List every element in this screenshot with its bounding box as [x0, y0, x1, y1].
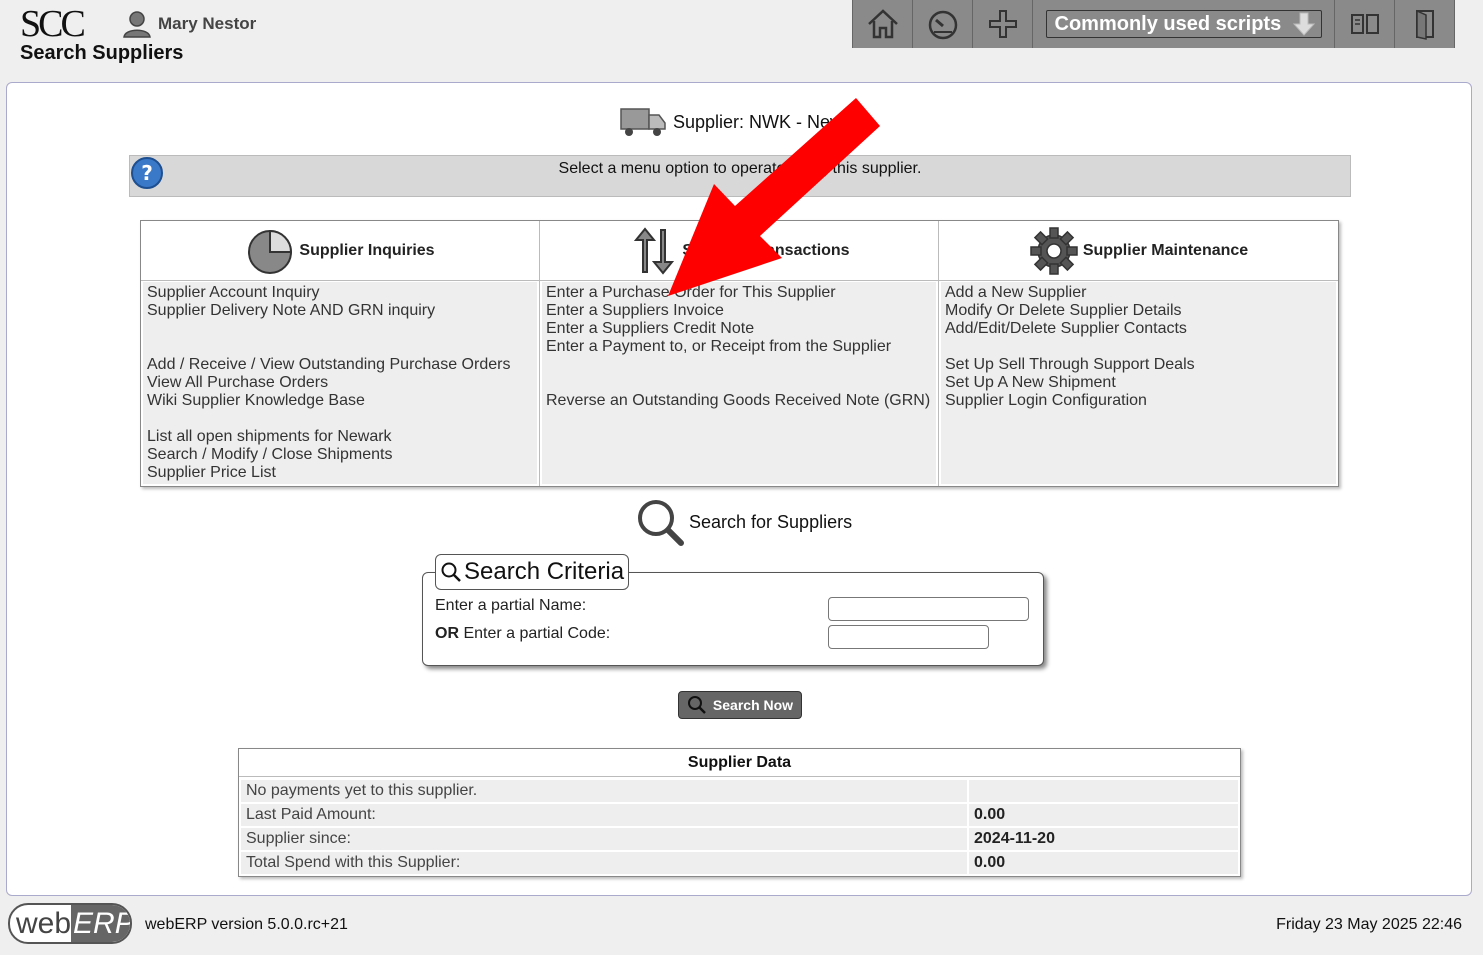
- name-label: Enter a partial Name:: [435, 597, 587, 614]
- transfer-arrows-icon: [634, 226, 675, 275]
- code-label-text: Enter a partial Code:: [459, 625, 611, 642]
- maintenance-column: Supplier Maintenance Add a New Supplier …: [939, 221, 1338, 486]
- search-now-label: Search Now: [712, 697, 794, 713]
- help-text: Select a menu option to operate using th…: [558, 160, 922, 177]
- search-icon: [687, 696, 706, 714]
- user-icon: [123, 11, 151, 38]
- logo-erp-text: ERP: [71, 905, 130, 942]
- supplier-data-table: Supplier Data No payments yet to this su…: [238, 748, 1241, 877]
- row-value: 2024-11-20: [969, 828, 1238, 850]
- menu-item-account-inquiry[interactable]: Supplier Account Inquiry: [147, 284, 533, 302]
- inquiries-list: Supplier Account Inquiry Supplier Delive…: [143, 282, 537, 484]
- menu-item-modify-supplier[interactable]: Modify Or Delete Supplier Details: [945, 302, 1332, 320]
- search-criteria-title: Search Criteria: [464, 558, 625, 585]
- search-criteria-legend: Search Criteria: [435, 554, 630, 590]
- menu-item-price-list[interactable]: Supplier Price List: [147, 464, 533, 482]
- row-label: Last Paid Amount:: [241, 804, 967, 826]
- menu-item-enter-invoice[interactable]: Enter a Suppliers Invoice: [546, 302, 932, 320]
- inquiries-column: Supplier Inquiries Supplier Account Inqu…: [141, 221, 540, 486]
- code-label-or: OR: [435, 625, 459, 642]
- dashboard-button[interactable]: [913, 0, 973, 48]
- scripts-label: Commonly used scripts: [1054, 12, 1282, 35]
- search-heading-text: Search for Suppliers: [689, 511, 853, 532]
- menu-item-login-configuration[interactable]: Supplier Login Configuration: [945, 392, 1332, 410]
- menu-item-enter-purchase-order[interactable]: Enter a Purchase Order for This Supplier: [546, 284, 932, 302]
- transactions-header: Supplier Transactions: [540, 221, 938, 281]
- maintenance-list: Add a New Supplier Modify Or Delete Supp…: [941, 282, 1336, 484]
- search-criteria-fieldset: Search Criteria Enter a partial Name: OR…: [422, 554, 1044, 666]
- menu-item-add-supplier[interactable]: Add a New Supplier: [945, 284, 1332, 302]
- code-label: OR Enter a partial Code:: [435, 625, 610, 643]
- user-name: Mary Nestor: [158, 14, 257, 33]
- supplier-title: Supplier: NWK - Newark: [619, 105, 868, 139]
- table-row: Supplier since: 2024-11-20: [241, 828, 1238, 850]
- header: SCC Mary Nestor Search Suppliers Commonl…: [0, 0, 1483, 78]
- menu-item-all-purchase-orders[interactable]: View All Purchase Orders: [147, 374, 533, 392]
- toolbar: Commonly used scripts: [852, 0, 1455, 48]
- menu-item-outstanding-purchase-orders[interactable]: Add / Receive / View Outstanding Purchas…: [147, 356, 533, 374]
- row-label: No payments yet to this supplier.: [241, 780, 967, 802]
- weberp-logo[interactable]: web ERP: [8, 903, 132, 944]
- menu-item-supplier-contacts[interactable]: Add/Edit/Delete Supplier Contacts: [945, 320, 1332, 338]
- home-button[interactable]: [853, 0, 913, 48]
- menu-item-sell-through-deals[interactable]: Set Up Sell Through Support Deals: [945, 356, 1332, 374]
- table-row: No payments yet to this supplier.: [241, 780, 1238, 802]
- transactions-list: Enter a Purchase Order for This Supplier…: [542, 282, 936, 484]
- main-panel: Supplier: NWK - Newark ? Select a menu o…: [6, 82, 1472, 896]
- page-title: Search Suppliers: [20, 42, 184, 64]
- plus-icon: [988, 10, 1017, 38]
- menu-item-search-shipments[interactable]: Search / Modify / Close Shipments: [147, 446, 533, 464]
- partial-code-input[interactable]: [828, 625, 989, 649]
- maintenance-title: Supplier Maintenance: [1082, 241, 1249, 259]
- company-logo[interactable]: SCC: [20, 4, 86, 44]
- menu-item-wiki-knowledge-base[interactable]: Wiki Supplier Knowledge Base: [147, 392, 533, 410]
- book-icon: [1350, 14, 1379, 34]
- menu-item-open-shipments[interactable]: List all open shipments for Newark: [147, 428, 533, 446]
- row-value: [969, 780, 1238, 802]
- pie-chart-icon: [248, 229, 293, 274]
- gear-icon: [1030, 226, 1078, 275]
- logo-web-text: web: [16, 906, 72, 940]
- dashboard-icon: [928, 10, 957, 40]
- user-info[interactable]: Mary Nestor: [122, 10, 256, 38]
- menu-item-enter-credit-note[interactable]: Enter a Suppliers Credit Note: [546, 320, 932, 338]
- date-time: Friday 23 May 2025 22:46: [1276, 916, 1462, 933]
- table-row: Total Spend with this Supplier: 0.00: [241, 852, 1238, 874]
- row-label: Total Spend with this Supplier:: [241, 852, 967, 874]
- logout-icon: [1415, 9, 1434, 40]
- inquiries-title: Supplier Inquiries: [299, 241, 435, 259]
- version-text: webERP version 5.0.0.rc+21: [145, 916, 348, 933]
- search-icon: [441, 562, 461, 582]
- help-bar: ? Select a menu option to operate using …: [129, 155, 1351, 197]
- row-value: 0.00: [969, 852, 1238, 874]
- manual-button[interactable]: [1335, 0, 1395, 48]
- supplier-menu: Supplier Inquiries Supplier Account Inqu…: [140, 220, 1339, 487]
- menu-item-enter-payment[interactable]: Enter a Payment to, or Receipt from the …: [546, 338, 932, 356]
- maintenance-header: Supplier Maintenance: [939, 221, 1338, 281]
- supplier-label: Supplier: NWK - Newark: [673, 111, 869, 132]
- row-label: Supplier since:: [241, 828, 967, 850]
- inquiries-header: Supplier Inquiries: [141, 221, 539, 281]
- table-row: Last Paid Amount: 0.00: [241, 804, 1238, 826]
- partial-name-input[interactable]: [828, 597, 1029, 621]
- row-value: 0.00: [969, 804, 1238, 826]
- menu-item-reverse-grn[interactable]: Reverse an Outstanding Goods Received No…: [546, 392, 932, 410]
- truck-icon: [620, 108, 666, 136]
- supplier-data-title: Supplier Data: [239, 749, 1240, 777]
- logout-button[interactable]: [1395, 0, 1455, 48]
- home-icon: [867, 9, 898, 39]
- menu-item-delivery-note-grn-inquiry[interactable]: Supplier Delivery Note AND GRN inquiry: [147, 302, 533, 320]
- arrow-down-icon: [1292, 12, 1315, 36]
- menu-item-new-shipment[interactable]: Set Up A New Shipment: [945, 374, 1332, 392]
- search-heading: Search for Suppliers: [635, 497, 852, 547]
- scripts-dropdown[interactable]: Commonly used scripts: [1033, 0, 1335, 48]
- search-now-button[interactable]: Search Now: [678, 691, 802, 719]
- add-button[interactable]: [973, 0, 1033, 48]
- transactions-title: Supplier Transactions: [682, 241, 850, 259]
- transactions-column: Supplier Transactions Enter a Purchase O…: [540, 221, 939, 486]
- magnifier-icon: [638, 500, 684, 546]
